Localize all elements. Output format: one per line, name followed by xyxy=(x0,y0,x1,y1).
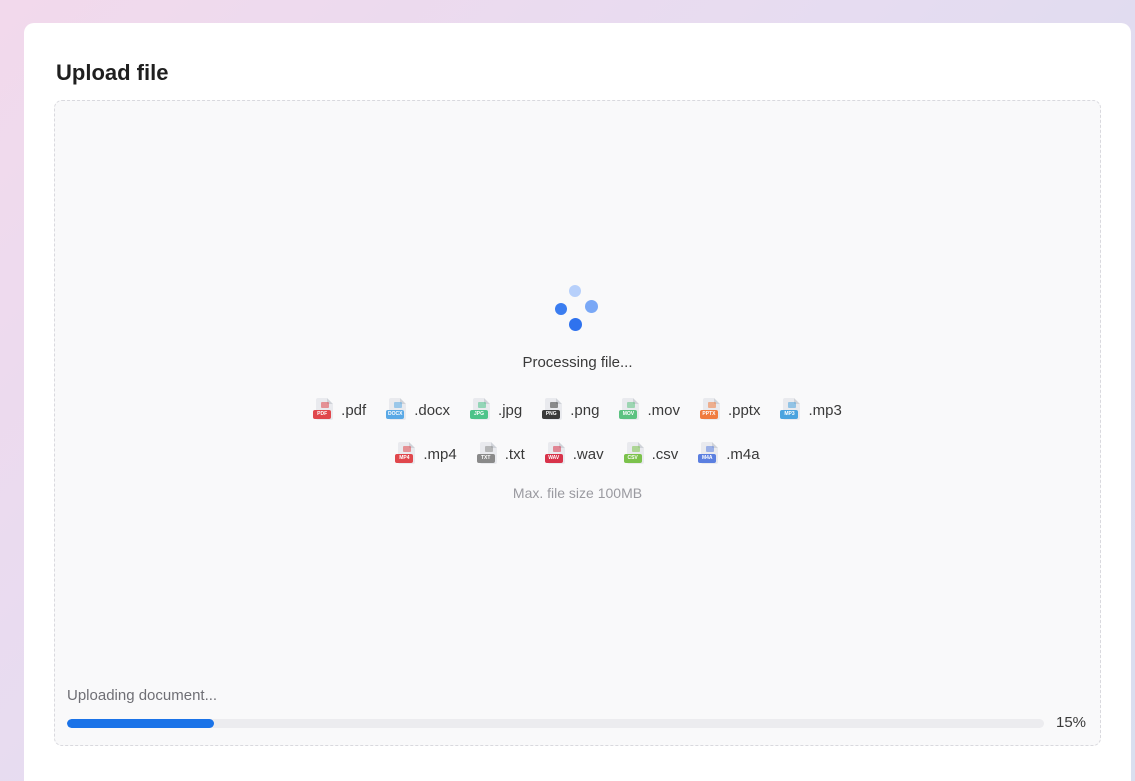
file-type-label: .wav xyxy=(572,446,604,463)
spinner-dot xyxy=(555,303,567,315)
pptx-file-icon: PPTX xyxy=(699,398,722,423)
file-type-label: .mp4 xyxy=(423,446,457,463)
card-title: Upload file xyxy=(56,60,169,85)
upload-card: Upload file Processing file... PDF .pdf DO… xyxy=(24,23,1131,781)
max-file-size: Max. file size 100MB xyxy=(512,485,643,501)
file-type-csv: CSV .csv xyxy=(623,442,679,467)
upload-progress-fill xyxy=(67,719,214,728)
mp4-file-icon: MP4 xyxy=(395,442,417,467)
file-type-png: PNG .png xyxy=(542,398,599,423)
m4a-file-icon: M4A xyxy=(698,442,720,467)
processing-status: Processing file... xyxy=(522,354,633,371)
spinner-dot xyxy=(569,285,581,297)
txt-file-icon: TXT xyxy=(476,442,499,467)
file-type-wav: WAV .wav xyxy=(544,442,604,467)
file-type-mov: MOV .mov xyxy=(619,398,680,423)
file-type-jpg: JPG .jpg xyxy=(470,398,522,423)
upload-status-label: Uploading document... xyxy=(67,687,218,704)
file-types-row: PDF .pdf DOCX .docx JPG .jpg PNG .png MOV .mov PPT… xyxy=(55,398,1100,423)
file-type-mp4: MP4 .mp4 xyxy=(395,442,457,467)
csv-file-icon: CSV xyxy=(623,442,646,467)
file-type-pdf: PDF .pdf xyxy=(313,398,366,423)
loading-spinner-icon xyxy=(551,285,601,335)
file-type-mp3: MP3 .mp3 xyxy=(780,398,842,423)
spinner-dot xyxy=(585,300,598,313)
file-type-label: .txt xyxy=(504,446,525,463)
file-type-pptx: PPTX .pptx xyxy=(699,398,761,423)
jpg-file-icon: JPG xyxy=(470,398,492,423)
file-type-label: .jpg xyxy=(498,402,523,419)
docx-file-icon: DOCX xyxy=(386,398,408,423)
file-type-label: .png xyxy=(570,402,600,419)
upload-progress-bar xyxy=(67,719,1044,728)
file-type-label: .m4a xyxy=(726,446,760,463)
file-type-txt: TXT .txt xyxy=(476,442,525,467)
mp3-file-icon: MP3 xyxy=(780,398,802,423)
wav-file-icon: WAV xyxy=(544,442,567,467)
pdf-file-icon: PDF xyxy=(313,398,335,423)
file-type-docx: DOCX .docx xyxy=(386,398,450,423)
file-type-m4a: M4A .m4a xyxy=(698,442,760,467)
png-file-icon: PNG xyxy=(542,398,564,423)
file-type-label: .pptx xyxy=(727,402,761,419)
file-type-label: .mp3 xyxy=(808,402,842,419)
file-types-row: MP4 .mp4 TXT .txt WAV .wav CSV .csv M4A .m4a xyxy=(55,442,1100,467)
file-type-label: .csv xyxy=(651,446,679,463)
upload-progress-percent: 15% xyxy=(1056,714,1087,731)
file-type-label: .pdf xyxy=(341,402,367,419)
file-type-label: .docx xyxy=(414,402,451,419)
mov-file-icon: MOV xyxy=(619,398,641,423)
upload-dropzone[interactable]: Processing file... PDF .pdf DOCX .docx JPG .j… xyxy=(54,100,1101,746)
spinner-dot xyxy=(569,318,582,331)
file-type-label: .mov xyxy=(647,402,680,419)
